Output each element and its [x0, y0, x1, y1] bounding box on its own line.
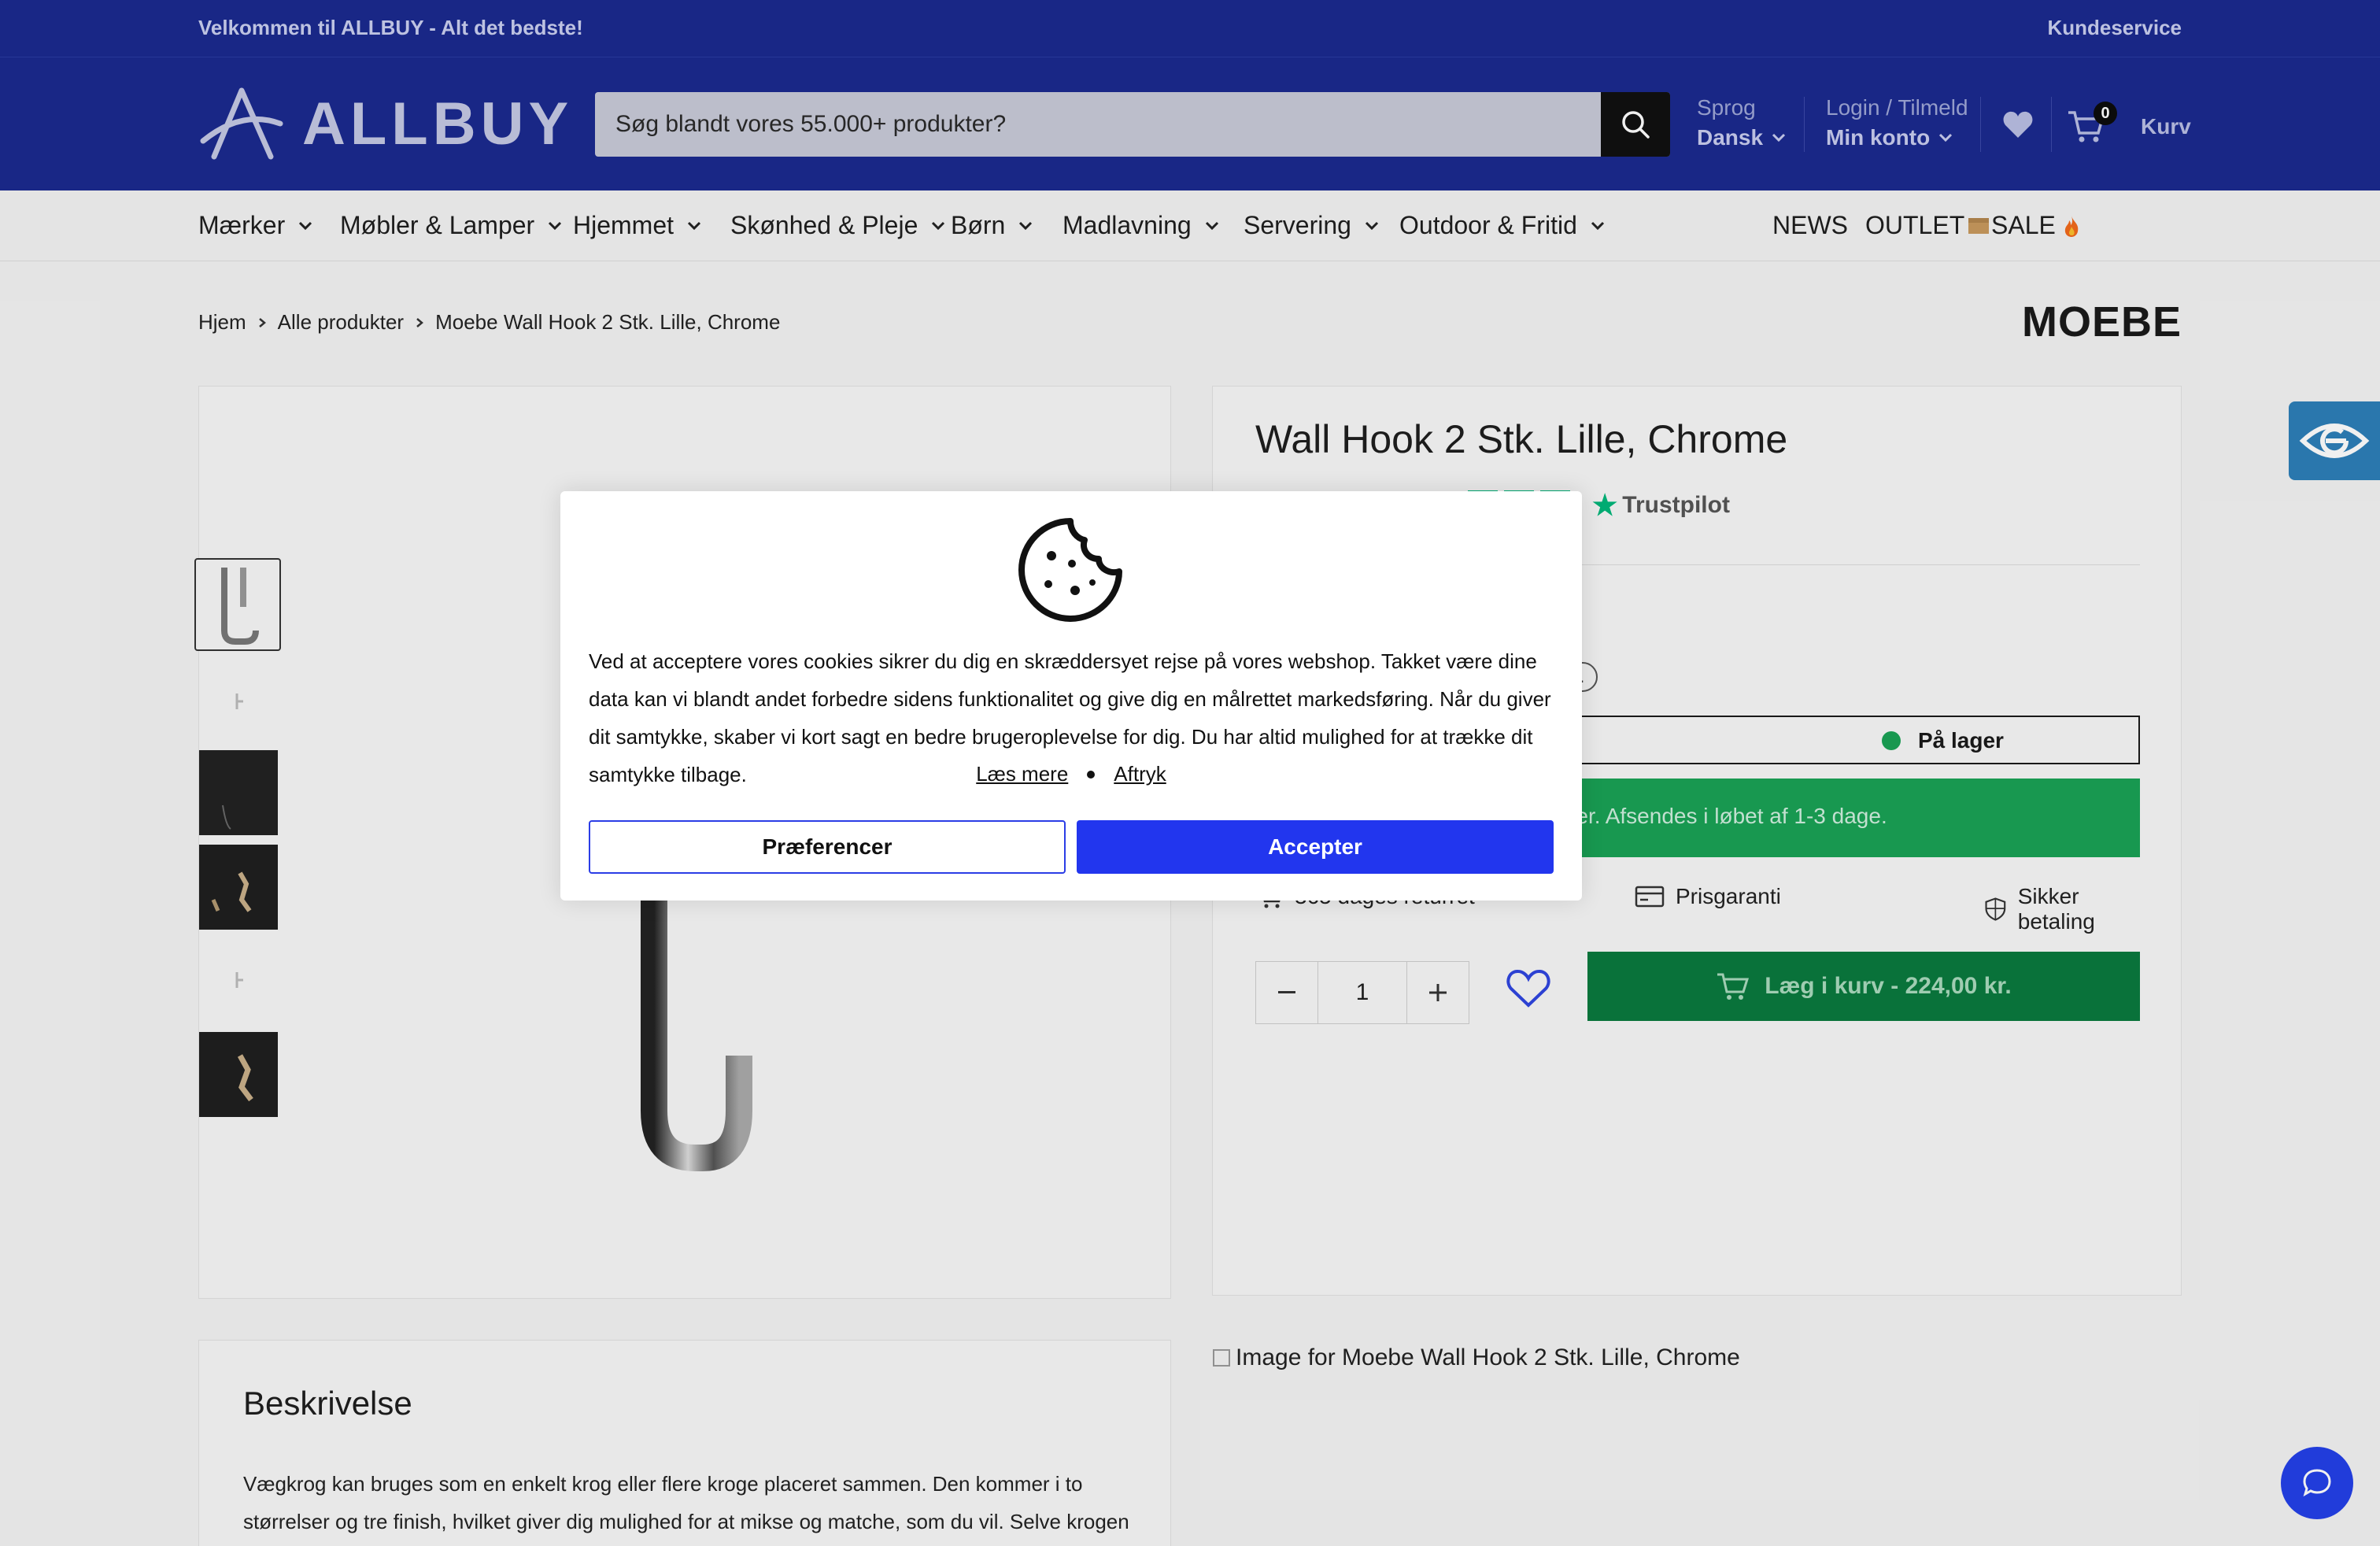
- page: Velkommen til ALLBUY - Alt det bedste! K…: [0, 0, 2380, 1546]
- bullet-separator: [1087, 770, 1096, 779]
- preferences-button[interactable]: Præferencer: [589, 820, 1066, 874]
- cookie-consent-dialog: Ved at acceptere vores cookies sikrer du…: [560, 491, 1582, 901]
- cookie-icon: [1018, 518, 1122, 622]
- read-more-link[interactable]: Læs mere: [976, 762, 1068, 786]
- cookie-links: Læs mere Aftryk: [560, 762, 1582, 786]
- accept-button[interactable]: Accepter: [1077, 820, 1554, 874]
- imprint-link[interactable]: Aftryk: [1114, 762, 1166, 786]
